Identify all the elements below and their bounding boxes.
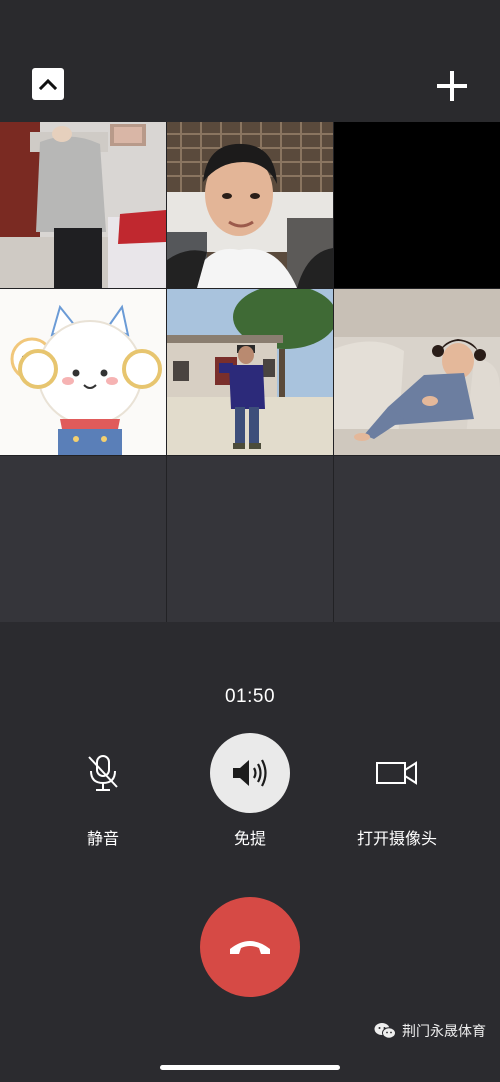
microphone-muted-icon (88, 755, 118, 791)
participant-avatar-tile-4[interactable] (0, 289, 166, 455)
phone-hangup-icon (230, 941, 270, 954)
camera-label: 打开摄像头 (356, 831, 437, 848)
plus-icon (437, 71, 467, 101)
home-indicator[interactable] (160, 1065, 340, 1070)
toddler-on-sofa-video (334, 289, 500, 455)
cartoon-cat-avatar (0, 289, 166, 455)
empty-slot-7 (0, 456, 166, 622)
mute-label: 静音 (86, 831, 119, 848)
wechat-icon (374, 1023, 396, 1039)
top-bar (0, 0, 500, 122)
minimize-button[interactable] (32, 68, 64, 100)
participant-video-tile-1[interactable] (0, 122, 166, 288)
empty-slot-9 (334, 456, 500, 622)
empty-slot-8 (167, 456, 333, 622)
video-camera-icon (376, 761, 417, 785)
add-member-button[interactable] (432, 66, 472, 106)
watermark-text: 荆门永晟体育 (402, 1023, 486, 1039)
person-standing-indoor-video (0, 122, 166, 288)
speaker-label: 免提 (233, 831, 266, 848)
child-outdoors-video (167, 289, 333, 455)
participant-video-tile-2[interactable] (167, 122, 333, 288)
participant-video-tile-6[interactable] (334, 289, 500, 455)
participant-grid (0, 122, 500, 622)
camera-button[interactable]: 打开摄像头 (322, 733, 472, 849)
speaker-button[interactable]: 免提 (175, 733, 325, 849)
participant-video-tile-5[interactable] (167, 289, 333, 455)
group-call-screen: 01:50 静音 免提 打开摄像头 荆门永晟体育 (0, 0, 500, 1082)
participant-video-tile-3[interactable] (334, 122, 500, 288)
call-timer: 01:50 (224, 686, 276, 707)
watermark: 荆门永晟体育 (374, 1021, 486, 1041)
chevron-up-icon (39, 78, 57, 90)
speaker-icon (233, 759, 267, 787)
young-man-face-video (167, 122, 333, 288)
mute-button[interactable]: 静音 (28, 733, 178, 849)
hang-up-button[interactable] (200, 897, 300, 997)
